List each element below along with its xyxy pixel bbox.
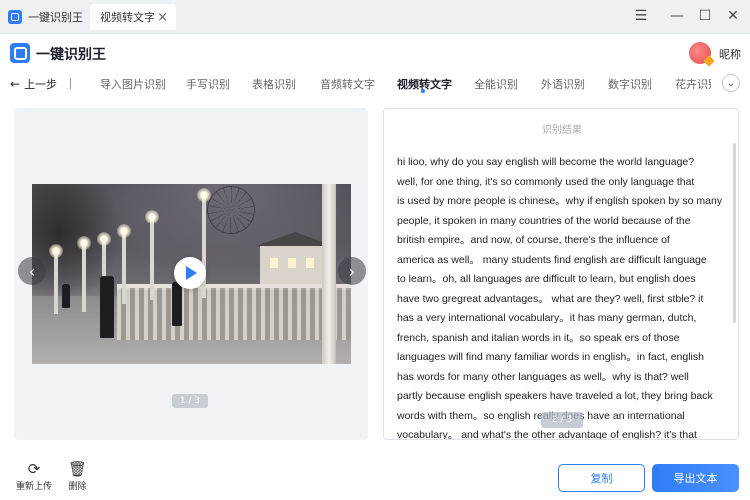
result-line: british empire。and now, of course, there… bbox=[397, 234, 670, 246]
nav-item-handwriting[interactable]: 手写识别 bbox=[186, 76, 230, 92]
nav-item-flowers[interactable]: 花卉识别 bbox=[675, 76, 711, 92]
reupload-label: 重新上传 bbox=[16, 482, 53, 492]
play-icon[interactable] bbox=[174, 257, 206, 289]
nav-item-all-purpose[interactable]: 全能识别 bbox=[474, 76, 518, 92]
nav-item-audio-to-text[interactable]: 音频转文字 bbox=[320, 76, 375, 92]
result-line: vocabulary。 and what's the other advanta… bbox=[397, 429, 697, 440]
app-logo-icon bbox=[8, 10, 22, 24]
person bbox=[100, 276, 114, 338]
brand-logo-icon bbox=[10, 43, 30, 63]
result-panel: 识别结果 hi lioo, why do you say english wil… bbox=[383, 108, 739, 440]
chevron-right-icon[interactable]: › bbox=[338, 257, 366, 285]
result-line: has a very international vocabulary。it h… bbox=[397, 312, 697, 324]
feature-nav: ← 上一步 导入图片识别 手写识别 表格识别 音频转文字 视频转文字 全能识别 … bbox=[0, 72, 750, 96]
divider bbox=[70, 78, 71, 89]
delete-label: 删除 bbox=[68, 482, 87, 492]
nav-item-digits[interactable]: 数字识别 bbox=[608, 76, 652, 92]
window-light bbox=[270, 258, 278, 268]
close-window-icon[interactable]: ✕ bbox=[724, 8, 742, 24]
street-lamp bbox=[197, 188, 211, 298]
result-line: well, for one thing, it's so commonly us… bbox=[397, 175, 695, 188]
refresh-icon: ⟳ bbox=[27, 460, 41, 478]
street-lamp bbox=[145, 210, 159, 300]
result-pager: 2 / 3 bbox=[541, 412, 583, 428]
chevron-left-icon[interactable]: ‹ bbox=[18, 257, 46, 285]
street-lamp bbox=[77, 236, 91, 312]
result-line: to learn。oh, all languages are difficult… bbox=[397, 273, 696, 285]
result-line: has words for many other languages as we… bbox=[397, 370, 689, 383]
reupload-button[interactable]: ⟳ 重新上传 bbox=[16, 460, 52, 492]
chevron-down-icon[interactable]: ⌄ bbox=[722, 74, 740, 92]
ferris-wheel bbox=[207, 186, 255, 234]
result-line: is used by more people is chinese。why if… bbox=[397, 195, 723, 207]
result-line: have two gregreat advantages。 what are t… bbox=[397, 292, 704, 305]
maximize-icon[interactable]: ☐ bbox=[696, 8, 714, 24]
user-nickname[interactable]: 昵称 bbox=[719, 46, 741, 62]
result-title: 识别结果 bbox=[542, 125, 582, 136]
trash-icon: 🗑 bbox=[68, 460, 88, 478]
tab-video-to-text[interactable]: 视频转文字 × bbox=[90, 4, 176, 30]
tab-label: 视频转文字 bbox=[100, 11, 155, 24]
result-line: french, spanish and italian words in it。… bbox=[397, 331, 680, 344]
brand-name: 一键识别王 bbox=[36, 47, 106, 63]
tab-app-home[interactable]: 一键识别王 bbox=[8, 4, 83, 30]
preview-pager: 1 / 3 bbox=[172, 394, 208, 408]
street-lamp bbox=[49, 244, 63, 314]
back-button[interactable]: ← 上一步 bbox=[10, 76, 57, 92]
pillar bbox=[322, 184, 336, 364]
result-line: hi lioo, why do you say english will bec… bbox=[397, 156, 695, 168]
tab-label: 一键识别王 bbox=[28, 11, 83, 24]
title-bar: 一键识别王 视频转文字 × ☰ — ☐ ✕ bbox=[0, 0, 750, 34]
delete-button[interactable]: 🗑 删除 bbox=[68, 460, 87, 492]
active-indicator bbox=[421, 89, 425, 93]
result-line: people, it spoken in many countries of t… bbox=[397, 214, 691, 227]
close-icon[interactable]: × bbox=[157, 10, 168, 25]
result-line: partly because english speakers have tra… bbox=[397, 390, 713, 402]
scrollbar[interactable] bbox=[733, 143, 736, 323]
window-light bbox=[288, 258, 296, 268]
nav-item-image-recognition[interactable]: 导入图片识别 bbox=[100, 76, 166, 92]
nav-item-foreign-language[interactable]: 外语识别 bbox=[541, 76, 585, 92]
menu-icon[interactable]: ☰ bbox=[632, 8, 650, 24]
export-text-button[interactable]: 导出文本 bbox=[652, 464, 739, 492]
window-light bbox=[306, 258, 314, 268]
copy-button[interactable]: 复制 bbox=[558, 464, 645, 492]
result-text[interactable]: hi lioo, why do you say english will bec… bbox=[397, 153, 725, 440]
result-line: languages will find many familiar words … bbox=[397, 351, 704, 363]
avatar[interactable] bbox=[689, 42, 711, 64]
minimize-icon[interactable]: — bbox=[668, 8, 686, 24]
person bbox=[172, 282, 182, 326]
street-lamp bbox=[117, 224, 131, 304]
result-line: america as well。 many students find engl… bbox=[397, 253, 707, 266]
app-header: 一键识别王 昵称 bbox=[0, 34, 750, 72]
person bbox=[62, 284, 70, 308]
back-label: 上一步 bbox=[24, 78, 58, 91]
arrow-left-icon: ← bbox=[10, 77, 21, 91]
nav-item-table[interactable]: 表格识别 bbox=[252, 76, 296, 92]
